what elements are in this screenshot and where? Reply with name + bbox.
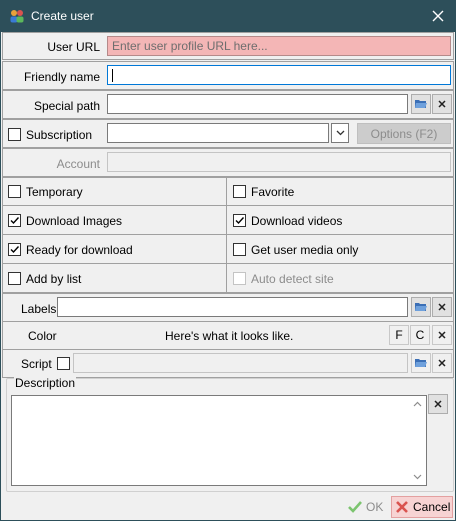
browse-script-button[interactable] — [411, 353, 431, 373]
subscription-row: Subscription Options (F2) — [2, 119, 454, 148]
checkmark-icon — [348, 501, 362, 513]
temporary-cell: Temporary — [3, 178, 227, 205]
clear-icon — [438, 303, 446, 311]
scroll-down-icon — [413, 474, 422, 480]
cancel-x-icon — [396, 501, 408, 513]
footer-bar: OK Cancel — [1, 494, 455, 520]
create-user-window: Create user User URL Enter user profile … — [0, 0, 456, 521]
open-folder-icon — [415, 359, 427, 367]
browse-folder-button[interactable] — [411, 94, 431, 114]
users-icon — [9, 8, 25, 24]
script-input[interactable] — [73, 353, 408, 373]
checkmark-icon — [235, 217, 245, 225]
edit-labels-button[interactable] — [411, 297, 431, 317]
download-videos-cell: Download videos — [228, 206, 453, 234]
script-row: Script — [2, 349, 454, 378]
checkbox-row-1: Temporary Favorite — [2, 177, 454, 206]
clear-script-button[interactable] — [432, 353, 452, 373]
subscription-dropdown-button[interactable] — [331, 123, 349, 143]
add-by-list-checkbox[interactable] — [8, 272, 21, 285]
download-videos-checkbox[interactable] — [233, 214, 246, 227]
dialog-body: User URL Enter user profile URL here... … — [1, 32, 455, 520]
account-input[interactable] — [107, 152, 451, 172]
auto-detect-site-cell: Auto detect site — [228, 264, 453, 292]
description-textarea[interactable] — [11, 395, 427, 486]
special-path-row: Special path — [2, 90, 454, 119]
download-images-checkbox[interactable] — [8, 214, 21, 227]
favorite-cell: Favorite — [228, 178, 453, 205]
cancel-label: Cancel — [413, 500, 451, 514]
get-user-media-only-cell: Get user media only — [228, 235, 453, 263]
subscription-label: Subscription — [26, 128, 93, 142]
checkbox-row-2: Download Images Download videos — [2, 205, 454, 235]
color-row: Color Here's what it looks like. F C — [2, 321, 454, 350]
checkmark-icon — [10, 217, 20, 225]
scroll-up-icon — [413, 401, 422, 407]
special-path-label: Special path — [33, 99, 100, 113]
ok-button[interactable]: OK — [347, 496, 389, 518]
labels-label: Labels — [21, 302, 57, 316]
color-preview-text: Here's what it looks like. — [165, 329, 294, 343]
labels-input[interactable] — [57, 297, 408, 317]
ready-for-download-cell: Ready for download — [3, 235, 227, 263]
ok-label: OK — [366, 500, 384, 514]
font-color-button[interactable]: F — [389, 325, 409, 345]
friendly-name-input[interactable] — [107, 65, 451, 85]
download-images-cell: Download Images — [3, 206, 227, 234]
open-folder-icon — [415, 100, 427, 108]
user-url-input[interactable]: Enter user profile URL here... — [107, 36, 451, 56]
checkbox-row-4: Add by list Auto detect site — [2, 263, 454, 293]
options-button[interactable]: Options (F2) — [357, 123, 451, 144]
clear-icon — [438, 100, 446, 108]
labels-row: Labels — [2, 293, 454, 322]
special-path-input[interactable] — [107, 94, 408, 114]
user-url-row: User URL Enter user profile URL here... — [2, 32, 454, 60]
checkbox-row-3: Ready for download Get user media only — [2, 234, 454, 264]
get-user-media-only-label: Get user media only — [251, 243, 359, 257]
chevron-down-icon — [336, 130, 344, 136]
subscription-select[interactable] — [107, 123, 329, 143]
checkmark-icon — [10, 246, 20, 254]
ready-for-download-checkbox[interactable] — [8, 243, 21, 256]
description-label: Description — [14, 376, 77, 390]
auto-detect-site-label: Auto detect site — [251, 272, 334, 286]
add-by-list-label: Add by list — [26, 272, 82, 286]
clear-icon — [434, 400, 442, 408]
description-scrollbar[interactable] — [409, 396, 426, 485]
cancel-button[interactable]: Cancel — [391, 496, 453, 518]
open-folder-icon — [415, 303, 427, 311]
friendly-name-row: Friendly name — [2, 61, 454, 90]
user-url-label: User URL — [47, 40, 100, 54]
temporary-label: Temporary — [26, 185, 83, 199]
clear-icon — [438, 331, 446, 339]
script-checkbox[interactable] — [57, 357, 70, 370]
favorite-label: Favorite — [251, 185, 295, 199]
add-by-list-cell: Add by list — [3, 264, 227, 292]
script-label: Script — [21, 357, 52, 371]
subscription-checkbox[interactable] — [8, 128, 21, 141]
color-label: Color — [28, 329, 57, 343]
back-color-button[interactable]: C — [410, 325, 430, 345]
clear-color-button[interactable] — [432, 325, 452, 345]
clear-labels-button[interactable] — [432, 297, 452, 317]
window-title: Create user — [31, 9, 94, 23]
close-icon — [432, 10, 444, 22]
auto-detect-site-checkbox[interactable] — [233, 272, 246, 285]
close-window-button[interactable] — [420, 0, 456, 32]
title-bar: Create user — [0, 0, 456, 32]
account-label: Account — [56, 157, 100, 171]
clear-special-path-button[interactable] — [432, 94, 452, 114]
temporary-checkbox[interactable] — [8, 185, 21, 198]
friendly-name-label: Friendly name — [23, 70, 100, 84]
download-images-label: Download Images — [26, 214, 123, 228]
clear-icon — [438, 359, 446, 367]
account-row: Account — [2, 148, 454, 177]
ready-for-download-label: Ready for download — [26, 243, 133, 257]
clear-description-button[interactable] — [428, 394, 448, 414]
favorite-checkbox[interactable] — [233, 185, 246, 198]
download-videos-label: Download videos — [251, 214, 343, 228]
get-user-media-only-checkbox[interactable] — [233, 243, 246, 256]
